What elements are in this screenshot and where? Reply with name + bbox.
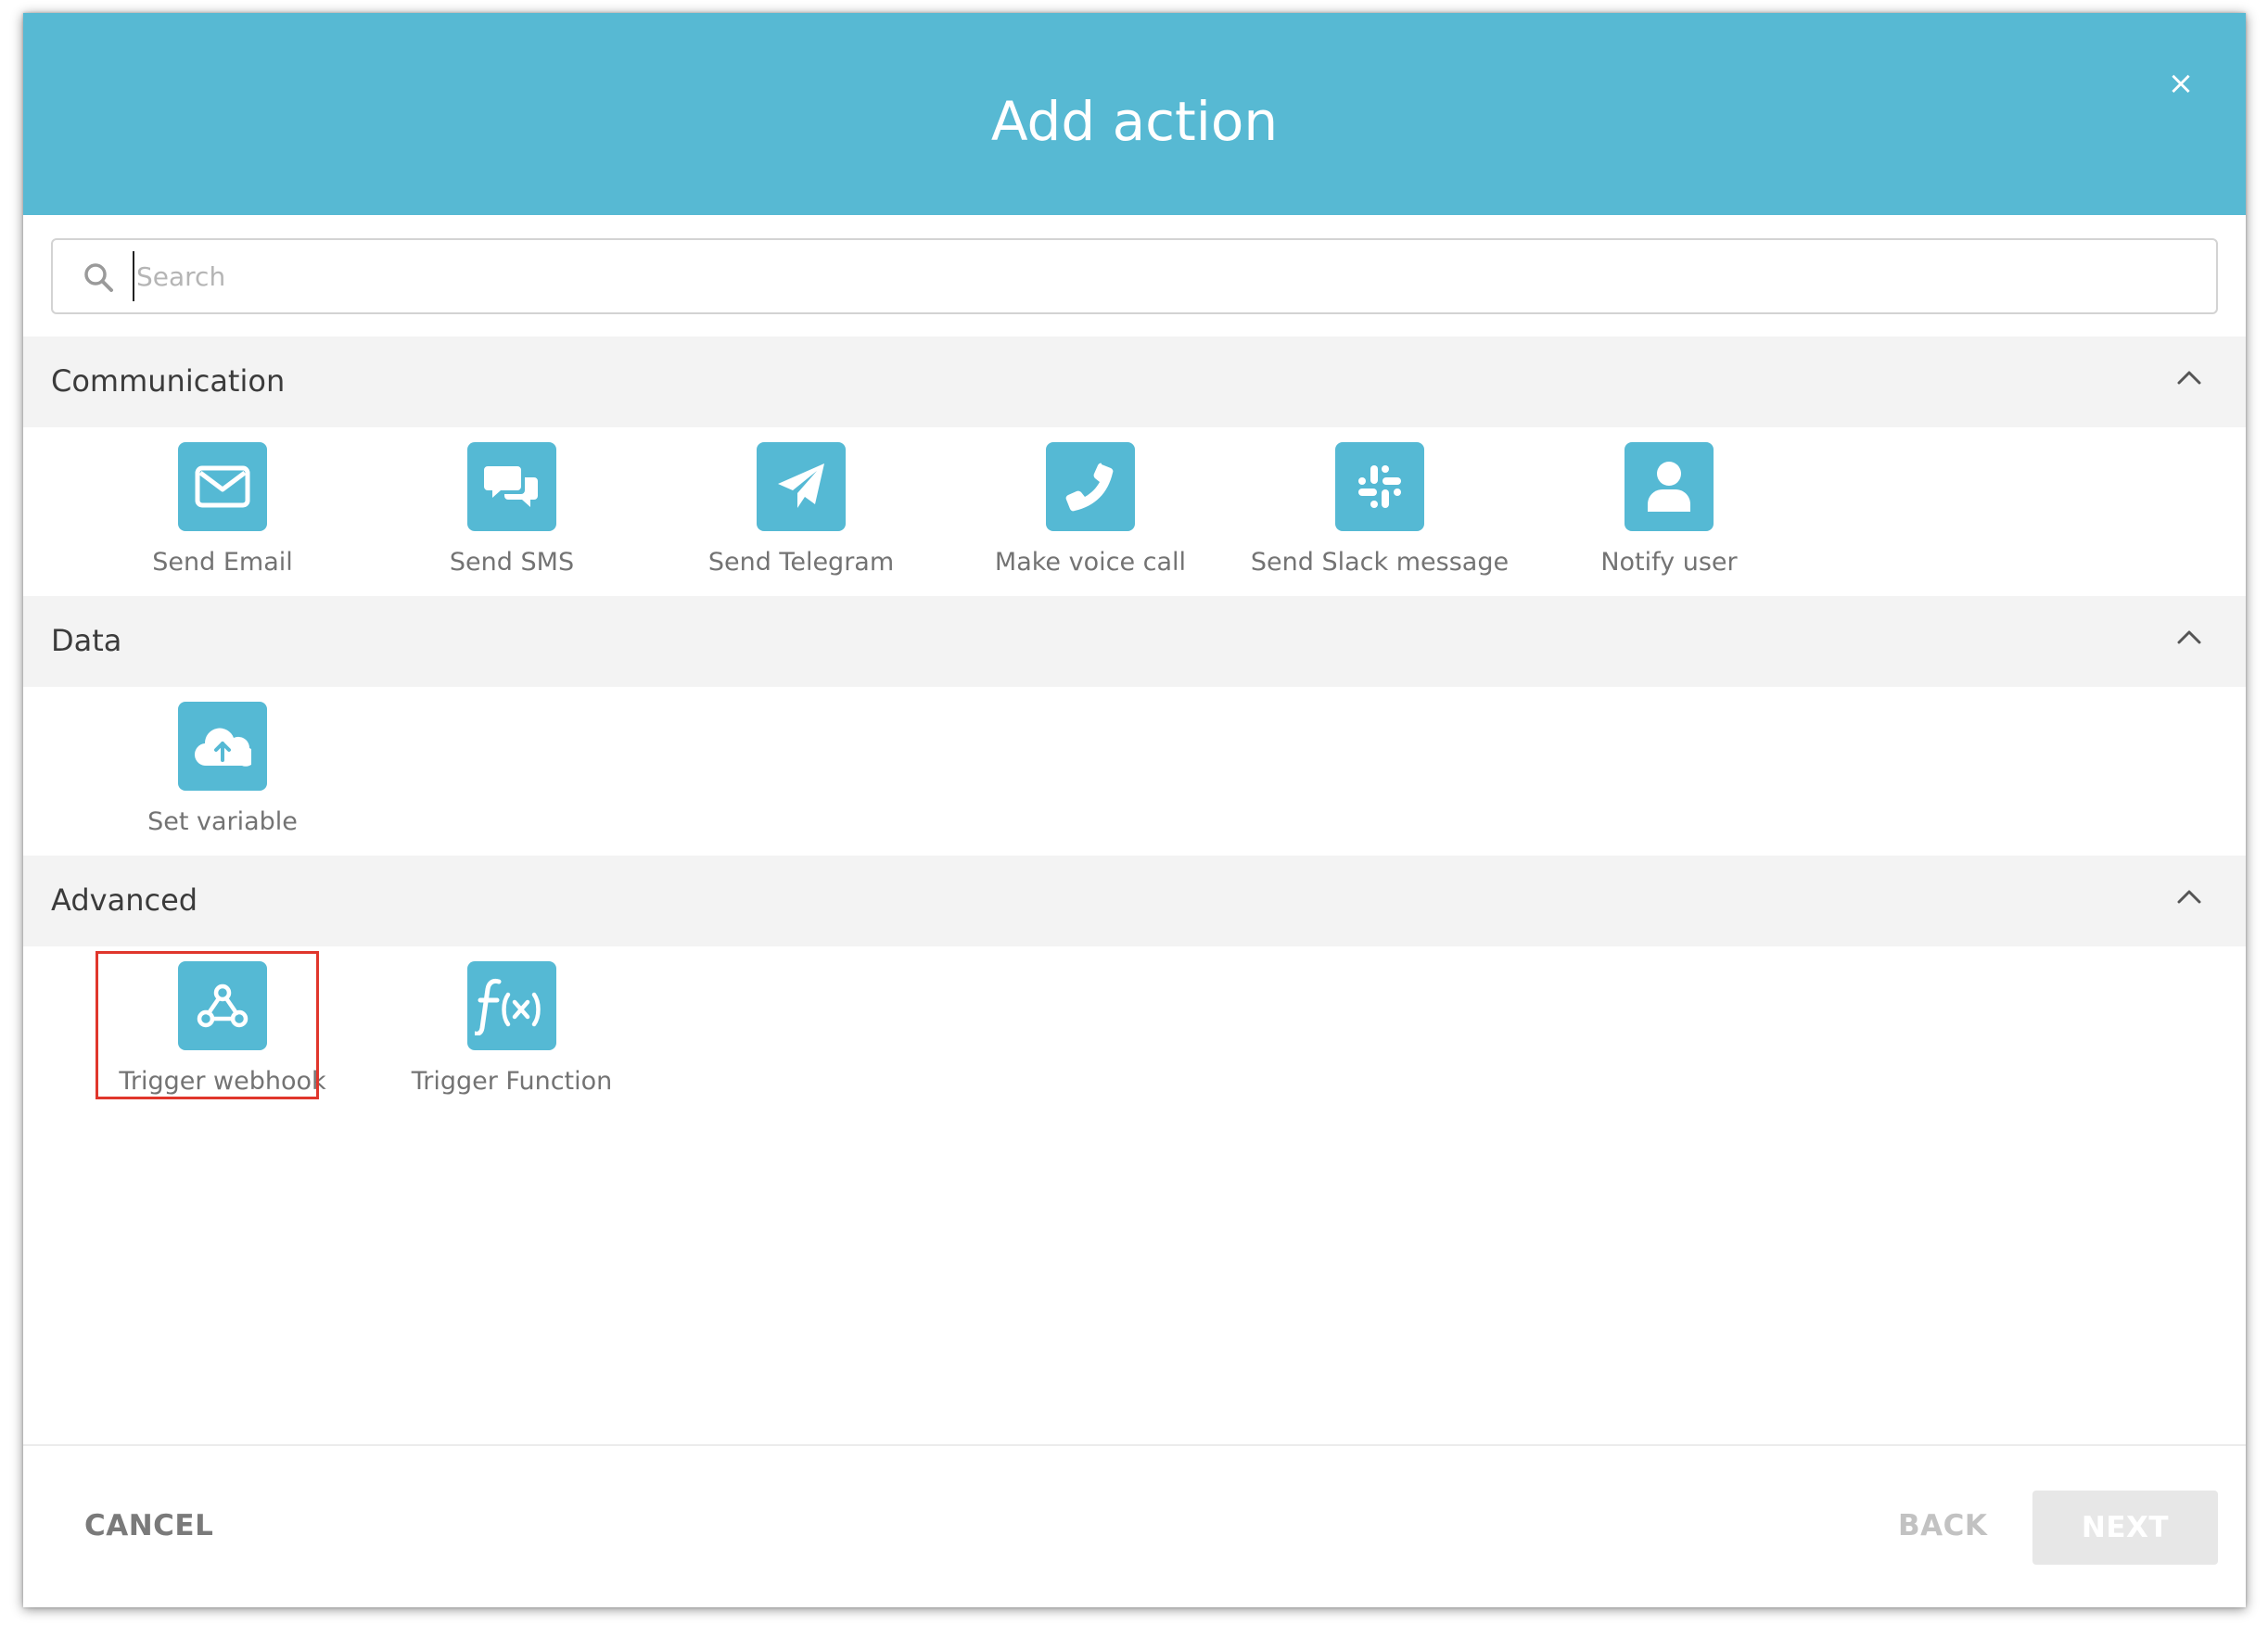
action-label: Notify user: [1600, 548, 1738, 577]
highlight-box: [96, 951, 319, 1099]
phone-icon: [1046, 442, 1135, 531]
chat-bubbles-icon: [467, 442, 556, 531]
dialog-title: Add action: [990, 90, 1279, 153]
action-set-variable[interactable]: Set variable: [111, 702, 334, 855]
section-title: Communication: [51, 363, 286, 399]
section-title: Data: [51, 623, 122, 658]
action-send-sms[interactable]: Send SMS: [401, 442, 623, 595]
footer-divider: [23, 1444, 2246, 1446]
action-trigger-function[interactable]: Trigger Function: [401, 961, 623, 1114]
close-button[interactable]: ×: [2162, 65, 2199, 102]
paper-plane-icon: [757, 442, 846, 531]
action-make-voice-call[interactable]: Make voice call: [979, 442, 1202, 595]
envelope-icon: [178, 442, 267, 531]
action-label: Send Email: [152, 548, 293, 577]
action-label: Set variable: [147, 807, 298, 836]
chevron-up-icon[interactable]: [2177, 629, 2201, 644]
chevron-up-icon[interactable]: [2177, 889, 2201, 904]
search-icon: [84, 263, 113, 292]
action-label: Send Telegram: [707, 548, 895, 577]
section-header-communication[interactable]: Communication: [23, 336, 2246, 427]
cancel-button[interactable]: CANCEL: [84, 1507, 213, 1544]
back-button[interactable]: BACK: [1898, 1507, 1987, 1544]
section-header-data[interactable]: Data: [23, 596, 2246, 687]
action-send-telegram[interactable]: Send Telegram: [690, 442, 912, 595]
user-icon: [1625, 442, 1714, 531]
chevron-up-icon[interactable]: [2177, 370, 2201, 385]
next-button[interactable]: NEXT: [2032, 1491, 2218, 1565]
action-label: Send SMS: [449, 548, 575, 577]
slack-icon: [1335, 442, 1424, 531]
action-label: Send Slack message: [1250, 548, 1510, 577]
function-icon: [467, 961, 556, 1050]
section-header-advanced[interactable]: Advanced: [23, 856, 2246, 946]
action-send-slack-message[interactable]: Send Slack message: [1251, 442, 1509, 595]
action-send-email[interactable]: Send Email: [111, 442, 334, 595]
cloud-upload-icon: [178, 702, 267, 791]
action-label: Trigger Function: [411, 1067, 613, 1096]
action-notify-user[interactable]: Notify user: [1558, 442, 1780, 595]
add-action-dialog: Add action × Communication Send Email: [23, 13, 2246, 1607]
section-title: Advanced: [51, 882, 198, 918]
search-input[interactable]: [133, 251, 2191, 301]
action-label: Make voice call: [994, 548, 1187, 577]
dialog-header: Add action ×: [23, 13, 2246, 215]
search-box: [51, 238, 2218, 314]
